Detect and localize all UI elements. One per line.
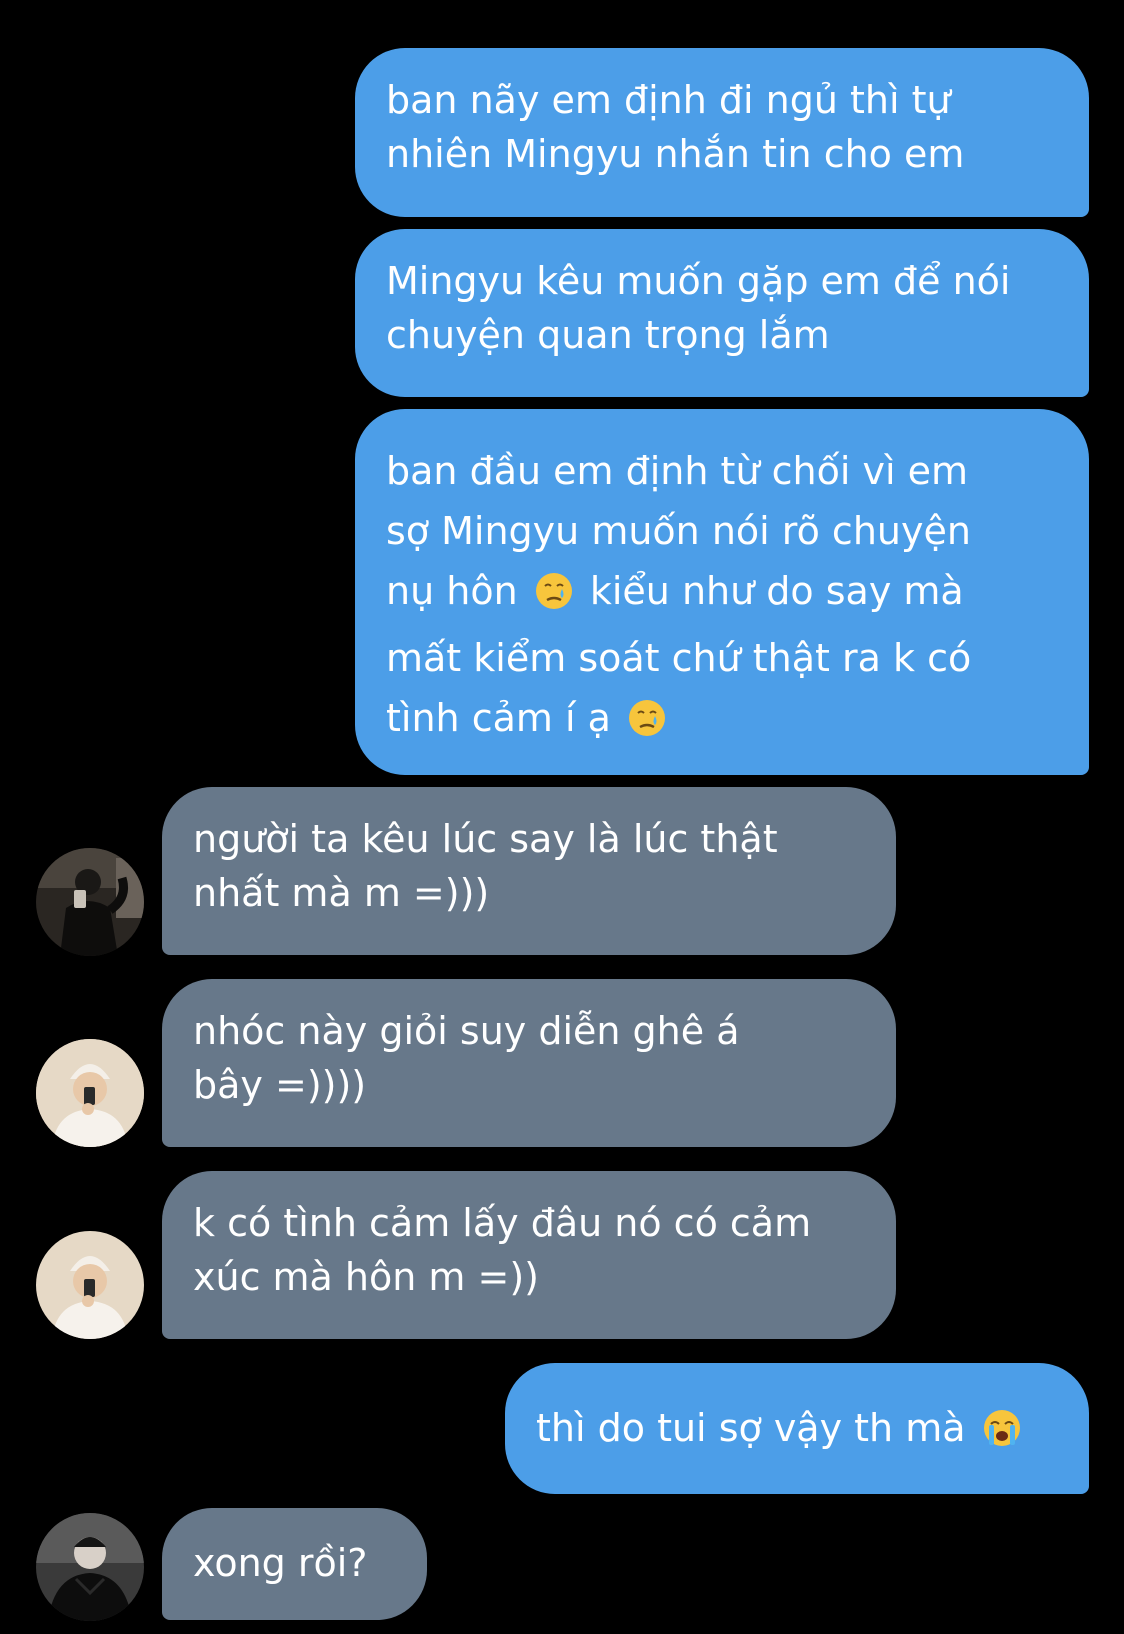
message-bubble-sent[interactable]: ban nãy em định đi ngủ thì tự nhiên Ming… bbox=[355, 48, 1089, 217]
message-bubble-sent[interactable]: Mingyu kêu muốn gặp em để nói chuyện qua… bbox=[355, 229, 1089, 397]
message-text: sợ Mingyu muốn nói rõ chuyện bbox=[386, 509, 971, 553]
avatar-white-beanie-mirror-selfie[interactable] bbox=[36, 1039, 144, 1147]
avatar-dark-jacket-mirror-selfie[interactable] bbox=[36, 848, 144, 956]
message-text-line: tình cảm í ạ bbox=[386, 688, 1059, 755]
message-text: chuyện quan trọng lắm bbox=[386, 313, 830, 357]
loudly-crying-face-icon bbox=[982, 1408, 1022, 1462]
message-text: xúc mà hôn m =)) bbox=[193, 1255, 540, 1299]
message-text: ban nãy em định đi ngủ thì tự bbox=[386, 78, 951, 122]
avatar-white-beanie-mirror-selfie[interactable] bbox=[36, 1231, 144, 1339]
message-text: nhóc này giỏi suy diễn ghê á bbox=[193, 1009, 740, 1053]
message-text: thì do tui sợ vậy th mà bbox=[536, 1406, 966, 1450]
message-text-line: thì do tui sợ vậy th mà bbox=[536, 1401, 1059, 1462]
message-bubble-received[interactable]: nhóc này giỏi suy diễn ghê á bây =)))) bbox=[162, 979, 896, 1147]
message-text: nhất mà m =))) bbox=[193, 871, 490, 915]
message-text: kiểu như do say mà bbox=[589, 569, 964, 613]
message-text: ban đầu em định từ chối vì em bbox=[386, 449, 968, 493]
message-bubble-sent[interactable]: thì do tui sợ vậy th mà bbox=[505, 1363, 1089, 1494]
message-bubble-received[interactable]: xong rồi? bbox=[162, 1508, 427, 1620]
message-bubble-received[interactable]: k có tình cảm lấy đâu nó có cảm xúc mà h… bbox=[162, 1171, 896, 1339]
message-text: nụ hôn bbox=[386, 569, 518, 613]
crying-face-icon bbox=[534, 568, 574, 628]
crying-face-icon bbox=[627, 695, 667, 755]
message-text-line: nụ hôn kiểu như do say mà bbox=[386, 561, 1059, 628]
message-text: Mingyu kêu muốn gặp em để nói bbox=[386, 259, 1011, 303]
message-text: xong rồi? bbox=[193, 1541, 368, 1585]
message-text: bây =)))) bbox=[193, 1063, 367, 1107]
message-bubble-received[interactable]: người ta kêu lúc say là lúc thật nhất mà… bbox=[162, 787, 896, 955]
message-text: mất kiểm soát chứ thật ra k có bbox=[386, 636, 972, 680]
chat-thread: ban nãy em định đi ngủ thì tự nhiên Ming… bbox=[0, 0, 1124, 1634]
avatar-black-jacket-portrait[interactable] bbox=[36, 1513, 144, 1621]
message-text: nhiên Mingyu nhắn tin cho em bbox=[386, 132, 965, 176]
message-bubble-sent[interactable]: ban đầu em định từ chối vì em sợ Mingyu … bbox=[355, 409, 1089, 775]
message-text: k có tình cảm lấy đâu nó có cảm bbox=[193, 1201, 812, 1245]
message-text: tình cảm í ạ bbox=[386, 696, 611, 740]
message-text: người ta kêu lúc say là lúc thật bbox=[193, 817, 778, 861]
